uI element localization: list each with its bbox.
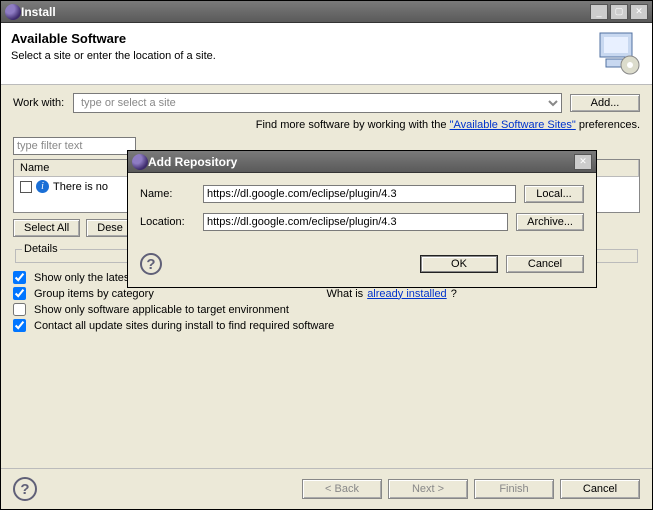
eclipse-icon [5, 4, 21, 20]
info-icon: i [36, 180, 49, 193]
check-contact-sites[interactable]: Contact all update sites during install … [13, 319, 640, 332]
check-target-env[interactable]: Show only software applicable to target … [13, 303, 640, 316]
minimize-button[interactable]: _ [590, 4, 608, 20]
cancel-button[interactable]: Cancel [560, 479, 640, 499]
row-message: There is no [53, 181, 108, 193]
name-field[interactable] [203, 185, 516, 203]
location-field[interactable] [203, 213, 508, 231]
whatis-label: What is already installed? [327, 288, 641, 300]
install-banner-icon [592, 31, 642, 76]
filter-input[interactable] [13, 137, 136, 155]
window-title: Install [21, 5, 588, 19]
page-title: Available Software [11, 31, 592, 46]
maximize-button[interactable]: ▢ [610, 4, 628, 20]
row-checkbox[interactable] [20, 181, 32, 193]
page-subtitle: Select a site or enter the location of a… [11, 50, 592, 62]
help-icon[interactable]: ? [13, 477, 37, 501]
back-button[interactable]: < Back [302, 479, 382, 499]
dialog-close-button[interactable]: ✕ [574, 154, 592, 170]
name-label: Name: [140, 188, 195, 200]
wizard-header: Available Software Select a site or ente… [1, 23, 652, 85]
details-legend: Details [22, 243, 60, 255]
finish-button[interactable]: Finish [474, 479, 554, 499]
already-installed-link[interactable]: already installed [367, 288, 447, 300]
work-with-combo[interactable]: type or select a site [73, 93, 562, 113]
software-sites-hint: Find more software by working with the "… [13, 119, 640, 131]
wizard-footer: ? < Back Next > Finish Cancel [1, 468, 652, 509]
add-button[interactable]: Add... [570, 94, 640, 112]
dialog-title: Add Repository [148, 155, 572, 169]
work-with-label: Work with: [13, 97, 73, 109]
ok-button[interactable]: OK [420, 255, 498, 273]
eclipse-icon [132, 154, 148, 170]
next-button[interactable]: Next > [388, 479, 468, 499]
main-titlebar: Install _ ▢ ✕ [1, 1, 652, 23]
close-button[interactable]: ✕ [630, 4, 648, 20]
check-group-category[interactable]: Group items by category [13, 287, 327, 300]
dialog-help-icon[interactable]: ? [140, 253, 162, 275]
select-all-button[interactable]: Select All [13, 219, 80, 237]
available-sites-link[interactable]: "Available Software Sites" [450, 119, 576, 131]
dialog-cancel-button[interactable]: Cancel [506, 255, 584, 273]
location-label: Location: [140, 216, 195, 228]
local-button[interactable]: Local... [524, 185, 584, 203]
dialog-titlebar: Add Repository ✕ [128, 151, 596, 173]
archive-button[interactable]: Archive... [516, 213, 584, 231]
